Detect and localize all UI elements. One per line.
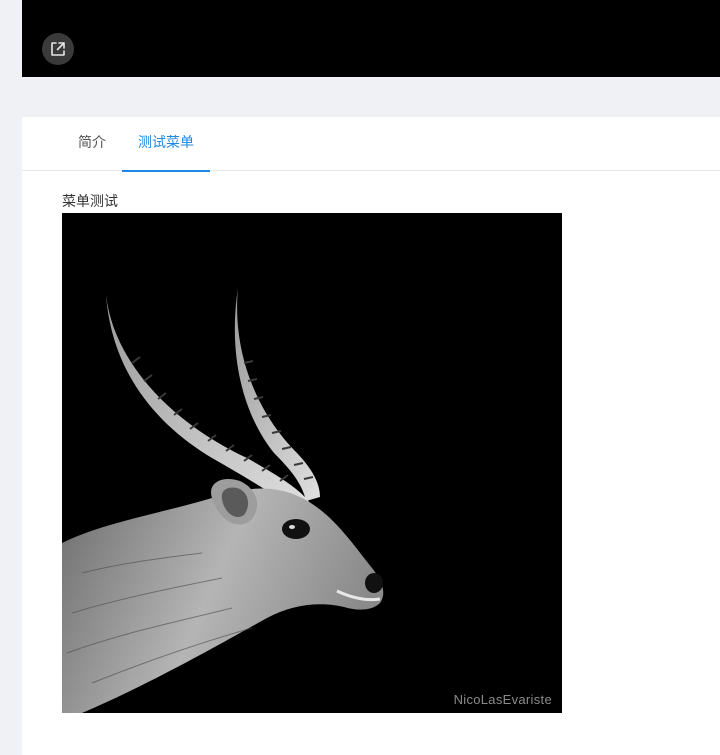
tab-test-menu[interactable]: 测试菜单 — [122, 117, 210, 172]
open-external-button[interactable] — [42, 33, 74, 65]
antelope-photo: NicoLasEvariste — [62, 213, 562, 713]
tab-intro[interactable]: 简介 — [78, 117, 106, 171]
video-player — [22, 0, 720, 77]
tab-bar: 简介 测试菜单 — [22, 117, 720, 172]
section-label: 菜单测试 — [62, 194, 118, 210]
photo-watermark: NicoLasEvariste — [453, 692, 552, 707]
content-card: 简介 测试菜单 菜单测试 NicoLasEvariste — [22, 117, 720, 755]
external-link-icon — [51, 42, 65, 56]
